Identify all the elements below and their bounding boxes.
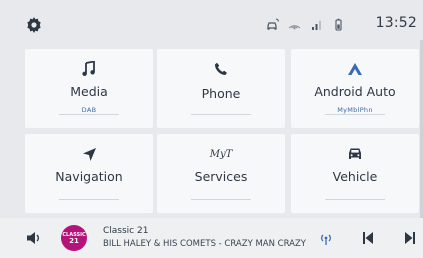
car-connection-icon: [267, 18, 279, 30]
navigation-arrow-icon: [82, 147, 96, 161]
signal-strength-icon: [312, 21, 321, 30]
tile-phone[interactable]: Phone: [157, 49, 285, 128]
android-auto-icon: [348, 63, 362, 75]
tile-media[interactable]: Media DAB: [25, 49, 153, 128]
tile-label: Phone: [201, 86, 241, 101]
gear-icon[interactable]: [26, 17, 42, 33]
divider: [191, 199, 251, 200]
previous-track-icon[interactable]: [362, 231, 374, 245]
tile-vehicle[interactable]: Vehicle: [291, 134, 419, 213]
volume-icon[interactable]: [26, 231, 42, 245]
track-title: BILL HALEY & HIS COMETS - CRAZY MAN CRAZ…: [103, 239, 306, 249]
tile-label: Media: [70, 84, 108, 99]
tile-label: Vehicle: [332, 169, 378, 184]
home-screen: 13:52 Media DAB Phone Android Auto MyMbl…: [0, 0, 423, 258]
status-bar: 13:52: [0, 0, 423, 46]
station-name: Classic 21: [103, 226, 149, 236]
divider: [325, 199, 385, 200]
wifi-4g-icon: [288, 25, 301, 30]
tile-label: Android Auto: [314, 84, 396, 99]
tile-navigation[interactable]: Navigation: [25, 134, 153, 213]
tile-label: Navigation: [55, 169, 123, 184]
divider: [325, 114, 385, 115]
phone-icon: [214, 62, 227, 75]
tile-label: Services: [194, 169, 248, 184]
tile-sublabel: MyMblPhn: [337, 106, 373, 114]
services-logo-icon: MyT: [209, 148, 233, 160]
divider: [59, 114, 119, 115]
car-icon: [349, 148, 361, 159]
divider: [191, 114, 251, 115]
station-logo: CLASSIC 21: [61, 225, 87, 251]
battery-icon: [335, 18, 342, 31]
divider: [59, 199, 119, 200]
now-playing-bar: CLASSIC 21 Classic 21 BILL HALEY & HIS C…: [0, 218, 423, 258]
tile-sublabel: DAB: [81, 106, 97, 114]
music-note-icon: [82, 61, 95, 76]
radio-broadcast-icon[interactable]: [319, 232, 333, 246]
tile-android-auto[interactable]: Android Auto MyMblPhn: [291, 49, 419, 128]
clock: 13:52: [375, 15, 417, 31]
tile-services[interactable]: MyT Services: [157, 134, 285, 213]
next-track-icon[interactable]: [404, 231, 416, 245]
